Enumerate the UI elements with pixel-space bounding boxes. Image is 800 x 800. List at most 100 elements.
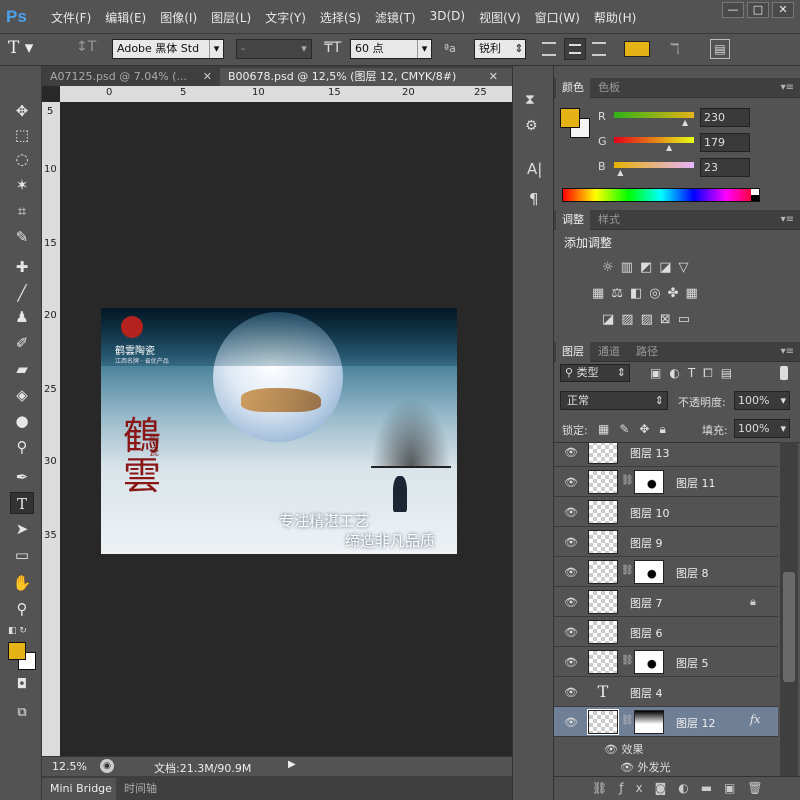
path-selection-tool-icon[interactable]: ➤ (10, 518, 34, 540)
zoom-level[interactable]: 12.5% (52, 760, 87, 773)
color-balance-icon[interactable]: ⚖ (611, 286, 630, 301)
tab-styles[interactable]: 样式 (592, 210, 626, 230)
red-slider-thumb[interactable]: ▲ (682, 118, 688, 127)
align-right-icon[interactable] (592, 42, 606, 56)
photo-filter-icon[interactable]: ◎ (649, 286, 667, 301)
exposure-icon[interactable]: ◪ (659, 260, 678, 275)
layer-row[interactable]: 👁︎ ⛓ 图层 12 fx (554, 707, 778, 737)
font-family-select[interactable]: Adobe 黑体 Std ▾ (112, 39, 224, 59)
layer-row[interactable]: 👁︎ ⛓ 图层 5 (554, 647, 778, 677)
hue-saturation-icon[interactable]: ▦ (592, 286, 611, 301)
black-white-icon[interactable]: ◧ (630, 286, 649, 301)
clone-stamp-tool-icon[interactable]: ♟ (10, 306, 34, 328)
red-value-input[interactable]: 230 (700, 108, 750, 127)
menu-image[interactable]: 图像(I) (153, 9, 204, 26)
align-center-button[interactable] (564, 38, 586, 60)
menu-3d[interactable]: 3D(D) (423, 9, 472, 26)
character-panel-icon[interactable]: ▤ (710, 39, 730, 59)
anti-alias-select[interactable]: 锐利 ⇕ (474, 39, 526, 59)
delete-layer-icon[interactable]: 🗑︎ (747, 781, 774, 795)
layer-mask-thumbnail[interactable] (634, 470, 664, 494)
color-lookup-icon[interactable]: ▦ (686, 286, 705, 301)
green-slider-track[interactable] (614, 137, 694, 143)
font-size-select[interactable]: 60 点 ▾ (350, 39, 432, 59)
properties-panel-icon[interactable]: ⚙ (525, 118, 538, 134)
opacity-input[interactable]: 100% ▾ (734, 391, 790, 410)
tab-channels[interactable]: 通道 (592, 342, 626, 362)
new-group-icon[interactable]: ▬ (701, 781, 724, 795)
menu-edit[interactable]: 编辑(E) (98, 9, 153, 26)
text-color-swatch[interactable] (624, 41, 650, 57)
pen-tool-icon[interactable]: ✒ (10, 466, 34, 488)
eyedropper-tool-icon[interactable]: ✎ (10, 226, 34, 248)
character-panel-icon[interactable]: A| (527, 160, 542, 178)
menu-view[interactable]: 视图(V) (472, 9, 528, 26)
shape-filter-icon[interactable]: ⧠ (703, 366, 721, 380)
dodge-tool-icon[interactable]: ⚲ (10, 436, 34, 458)
layer-row[interactable]: 👁︎ 图层 9 (554, 527, 778, 557)
blue-slider-track[interactable] (614, 162, 694, 168)
eye-icon[interactable]: 👁︎ (564, 716, 578, 729)
layer-row[interactable]: 👁︎ 图层 6 (554, 617, 778, 647)
layer-row[interactable]: 👁︎ 图层 13 (554, 443, 778, 467)
layer-row[interactable]: 👁︎ 图层 10 (554, 497, 778, 527)
blue-slider-thumb[interactable]: ▲ (617, 168, 623, 177)
close-icon[interactable]: ✕ (203, 68, 212, 86)
tab-timeline[interactable]: 时间轴 (124, 778, 157, 800)
maximize-button[interactable]: □ (747, 2, 769, 18)
layer-filter-select[interactable]: ⚲ 类型 ⇕ (560, 364, 630, 382)
posterize-icon[interactable]: ▨ (621, 312, 640, 327)
align-left-icon[interactable] (542, 42, 556, 56)
layer-mask-thumbnail[interactable] (634, 710, 664, 734)
tab-mini-bridge[interactable]: Mini Bridge (42, 778, 116, 800)
warp-text-icon[interactable]: ℸ (670, 40, 680, 58)
scrollbar-thumb[interactable] (783, 572, 795, 682)
mask-link-icon[interactable]: ⛓ (621, 715, 634, 726)
color-foreground-swatch[interactable] (560, 108, 580, 128)
levels-icon[interactable]: ▥ (621, 260, 640, 275)
eye-icon[interactable]: 👁︎ (564, 656, 578, 669)
eye-icon[interactable]: 👁︎ (564, 446, 578, 459)
lasso-tool-icon[interactable]: ◌ (10, 148, 34, 170)
menu-window[interactable]: 窗口(W) (528, 9, 587, 26)
selective-color-icon[interactable]: ⊠ (660, 312, 678, 327)
eye-icon[interactable]: 👁︎ (564, 596, 578, 609)
mask-link-icon[interactable]: ⛓ (621, 565, 634, 576)
channel-mixer-icon[interactable]: ✤ (668, 286, 686, 301)
eye-icon[interactable]: 👁︎ (564, 476, 578, 489)
paint-bucket-tool-icon[interactable]: ◈ (10, 384, 34, 406)
tab-layers[interactable]: 图层 (556, 342, 590, 362)
link-layers-icon[interactable]: ⛓ (592, 781, 619, 795)
layer-row[interactable]: 👁︎ ⛓ 图层 8 (554, 557, 778, 587)
tab-adjustments[interactable]: 调整 (556, 210, 590, 230)
magic-wand-tool-icon[interactable]: ✶ (10, 174, 34, 196)
new-adjustment-icon[interactable]: ◐ (678, 781, 700, 795)
eye-icon[interactable]: 👁︎ (564, 506, 578, 519)
new-layer-icon[interactable]: ▣ (724, 781, 747, 795)
panel-menu-icon[interactable]: ▾≡ (781, 214, 794, 225)
panel-menu-icon[interactable]: ▾≡ (781, 346, 794, 357)
vibrance-icon[interactable]: ▽ (679, 260, 696, 275)
layer-row[interactable]: 👁︎ T 图层 4 (554, 677, 778, 707)
effect-item-row[interactable]: 👁︎ 外发光 (620, 759, 670, 775)
green-slider-thumb[interactable]: ▲ (666, 143, 672, 152)
gradient-map-icon[interactable]: ▭ (678, 312, 697, 327)
eye-icon[interactable]: 👁︎ (564, 686, 578, 699)
menu-file[interactable]: 文件(F) (44, 9, 98, 26)
layer-row[interactable]: 👁︎ 图层 7 🔒︎ (554, 587, 778, 617)
layer-mask-thumbnail[interactable] (634, 560, 664, 584)
add-mask-icon[interactable]: ◙ (655, 781, 679, 795)
invert-icon[interactable]: ◪ (602, 312, 621, 327)
close-button[interactable]: ✕ (772, 2, 794, 18)
quick-mask-icon[interactable]: ◘ (10, 674, 34, 696)
layer-row[interactable]: 👁︎ ⛓ 图层 11 (554, 467, 778, 497)
smart-object-filter-icon[interactable]: ▤ (721, 366, 740, 380)
lock-all-icon[interactable]: 🔒︎ (659, 422, 675, 436)
lock-position-icon[interactable]: ✥ (639, 422, 659, 436)
move-tool-icon[interactable]: ✥ (10, 100, 34, 122)
filter-toggle-switch[interactable] (780, 366, 788, 380)
foreground-color-swatch[interactable] (8, 642, 26, 660)
threshold-icon[interactable]: ▨ (641, 312, 660, 327)
adjustment-filter-icon[interactable]: ◐ (669, 366, 687, 380)
type-filter-icon[interactable]: T (688, 366, 703, 380)
